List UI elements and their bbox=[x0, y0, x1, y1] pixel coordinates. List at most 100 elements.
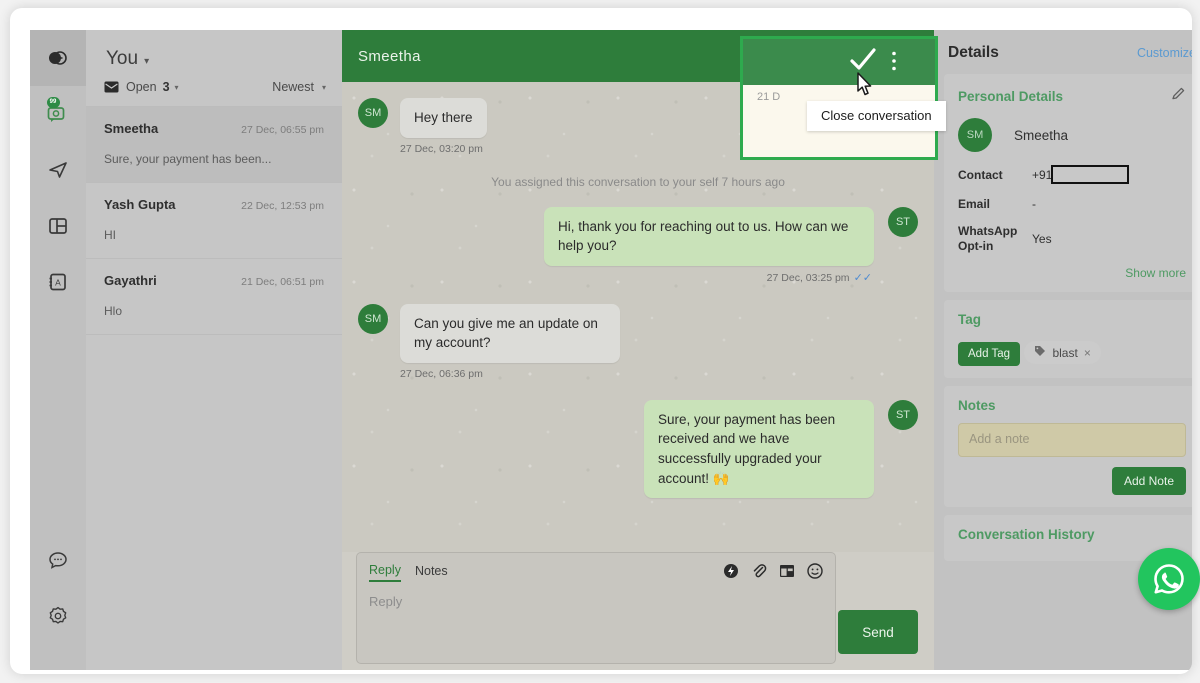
section-title: Notes bbox=[958, 398, 996, 413]
avatar: ST bbox=[888, 399, 918, 430]
sidebar-item-contacts-toggle[interactable] bbox=[30, 30, 86, 86]
conversation-header-row: Yash Gupta 22 Dec, 12:53 pm bbox=[104, 197, 324, 212]
message-row-outgoing: Sure, your payment has been received and… bbox=[358, 399, 918, 499]
section-title: Tag bbox=[958, 312, 981, 327]
left-icon-rail: 99 A bbox=[30, 30, 86, 670]
message-meta: 27 Dec, 03:25 pm ✓✓ bbox=[358, 271, 872, 284]
customize-link[interactable]: Customize bbox=[1137, 46, 1192, 60]
conversation-snippet: Sure, your payment has been... bbox=[104, 152, 272, 166]
page-title: Details bbox=[948, 44, 999, 61]
field-value: Yes bbox=[1032, 232, 1052, 246]
message-bubble: Can you give me an update on my account? bbox=[400, 303, 620, 363]
conversation-snippet: Hlo bbox=[104, 304, 123, 318]
contact-field-row: WhatsApp Opt-in Yes bbox=[958, 224, 1186, 254]
field-label: WhatsApp Opt-in bbox=[958, 224, 1018, 253]
section-title: Conversation History bbox=[958, 527, 1095, 542]
conversation-timestamp: 27 Dec, 06:55 pm bbox=[241, 124, 324, 136]
conversation-header-row: Gayathri 21 Dec, 06:51 pm bbox=[104, 273, 324, 288]
sort-filter-label[interactable]: Newest bbox=[272, 80, 314, 94]
paper-plane-icon bbox=[47, 159, 69, 181]
field-value: - bbox=[1032, 197, 1036, 211]
address-book-icon: A bbox=[47, 271, 69, 293]
highlight-region-content: 21 D bbox=[743, 39, 935, 157]
conversation-list-item[interactable]: Smeetha 27 Dec, 06:55 pm Sure, your paym… bbox=[86, 107, 342, 183]
personal-details-card: Personal Details SM Smeetha Contact +91 … bbox=[944, 74, 1192, 292]
note-input[interactable]: Add a note bbox=[958, 423, 1186, 457]
conversation-list-item[interactable]: Yash Gupta 22 Dec, 12:53 pm HI bbox=[86, 183, 342, 259]
conversation-header-row: Smeetha 27 Dec, 06:55 pm bbox=[104, 121, 324, 136]
tooltip-close-conversation: Close conversation bbox=[807, 101, 946, 131]
conversation-list-panel: You ▾ Open 3 ▾ Newest ▾ Smeetha 27 Dec, … bbox=[86, 30, 342, 670]
tab-reply[interactable]: Reply bbox=[369, 563, 401, 582]
attachment-icon[interactable] bbox=[751, 563, 767, 582]
sidebar-item-broadcast[interactable] bbox=[30, 142, 86, 198]
status-filter-count: 3 bbox=[162, 80, 170, 94]
app-surface: 99 A You ▾ Open 3 ▾ Newest ▾ Smeetha 27 … bbox=[30, 30, 1192, 670]
sidebar-item-settings[interactable] bbox=[30, 588, 86, 644]
sidebar-item-help[interactable] bbox=[30, 532, 86, 588]
inbox-owner-label: You bbox=[106, 48, 139, 69]
sort-filter-caret[interactable]: ▾ bbox=[322, 83, 326, 92]
sidebar-item-inbox[interactable]: 99 bbox=[30, 86, 86, 142]
contact-identity-row: SM Smeetha bbox=[958, 118, 1186, 152]
conversation-name: Smeetha bbox=[104, 121, 159, 136]
emoji-icon[interactable] bbox=[807, 563, 823, 582]
message-timestamp: 27 Dec, 06:36 pm bbox=[400, 367, 483, 380]
contact-field-row: Email - bbox=[958, 197, 1186, 211]
conversation-name: Gayathri bbox=[104, 273, 157, 288]
status-filter-caret[interactable]: ▾ bbox=[175, 83, 179, 92]
tag-chip[interactable]: blast × bbox=[1024, 341, 1101, 364]
avatar: ST bbox=[888, 206, 918, 237]
message-row-incoming: SM Can you give me an update on my accou… bbox=[358, 303, 918, 363]
reply-input[interactable]: Reply bbox=[369, 594, 823, 609]
avatar: SM bbox=[958, 118, 992, 152]
avatar: SM bbox=[358, 303, 388, 334]
message-bubble: Hey there bbox=[400, 98, 487, 138]
highlight-green-bar bbox=[743, 39, 935, 85]
chat-dots-icon bbox=[47, 549, 69, 571]
personal-details-header: Personal Details bbox=[958, 86, 1186, 106]
system-note: You assigned this conversation to your s… bbox=[491, 174, 785, 189]
composer-icon-group bbox=[723, 563, 823, 582]
composer-box: Reply Notes Reply bbox=[356, 552, 836, 664]
highlight-masked-date: 21 D bbox=[757, 91, 781, 103]
send-button[interactable]: Send bbox=[838, 610, 918, 654]
close-conversation-icon[interactable] bbox=[848, 47, 878, 78]
pencil-icon[interactable] bbox=[1171, 86, 1186, 106]
avatar: SM bbox=[358, 98, 388, 128]
layout-panels-icon bbox=[47, 215, 69, 237]
more-options-icon[interactable] bbox=[891, 50, 897, 77]
add-tag-button[interactable]: Add Tag bbox=[958, 342, 1020, 366]
chat-contact-name: Smeetha bbox=[358, 47, 421, 65]
conversation-list-item[interactable]: Gayathri 21 Dec, 06:51 pm Hlo bbox=[86, 259, 342, 335]
contact-name: Smeetha bbox=[1014, 127, 1069, 143]
template-icon[interactable] bbox=[779, 563, 795, 582]
sidebar-item-contact-book[interactable]: A bbox=[30, 254, 86, 310]
message-bubble: Sure, your payment has been received and… bbox=[644, 399, 874, 499]
conversation-timestamp: 21 Dec, 06:51 pm bbox=[241, 276, 324, 288]
notes-card: Notes Add a note Add Note bbox=[944, 386, 1192, 507]
redacted-phone-number bbox=[1051, 165, 1130, 184]
composer-area: Reply Notes Reply Send bbox=[342, 552, 934, 670]
gear-icon bbox=[47, 605, 69, 627]
inbox-owner-dropdown[interactable]: You ▾ bbox=[86, 30, 342, 76]
screenshot-root: 99 A You ▾ Open 3 ▾ Newest ▾ Smeetha 27 … bbox=[0, 0, 1200, 683]
chevron-down-icon: ▾ bbox=[144, 56, 150, 67]
quick-reply-icon[interactable] bbox=[723, 563, 739, 582]
whatsapp-icon bbox=[1154, 564, 1184, 594]
add-note-button[interactable]: Add Note bbox=[1111, 467, 1186, 495]
remove-tag-icon[interactable]: × bbox=[1084, 346, 1091, 360]
whatsapp-fab[interactable] bbox=[1138, 548, 1200, 610]
conversation-filter-row: Open 3 ▾ Newest ▾ bbox=[86, 76, 342, 107]
tag-card: Tag Add Tag blast × bbox=[944, 300, 1192, 378]
show-more-link[interactable]: Show more bbox=[958, 266, 1186, 280]
tab-notes[interactable]: Notes bbox=[415, 564, 448, 581]
field-label: Email bbox=[958, 197, 991, 211]
envelope-icon bbox=[104, 81, 119, 93]
details-header: Details Customize bbox=[934, 30, 1192, 74]
message-row-outgoing: Hi, thank you for reaching out to us. Ho… bbox=[358, 206, 918, 266]
app-window: 99 A You ▾ Open 3 ▾ Newest ▾ Smeetha 27 … bbox=[10, 8, 1192, 674]
status-filter-label[interactable]: Open bbox=[126, 80, 157, 94]
sidebar-item-dashboard[interactable] bbox=[30, 198, 86, 254]
tag-icon bbox=[1034, 345, 1046, 360]
